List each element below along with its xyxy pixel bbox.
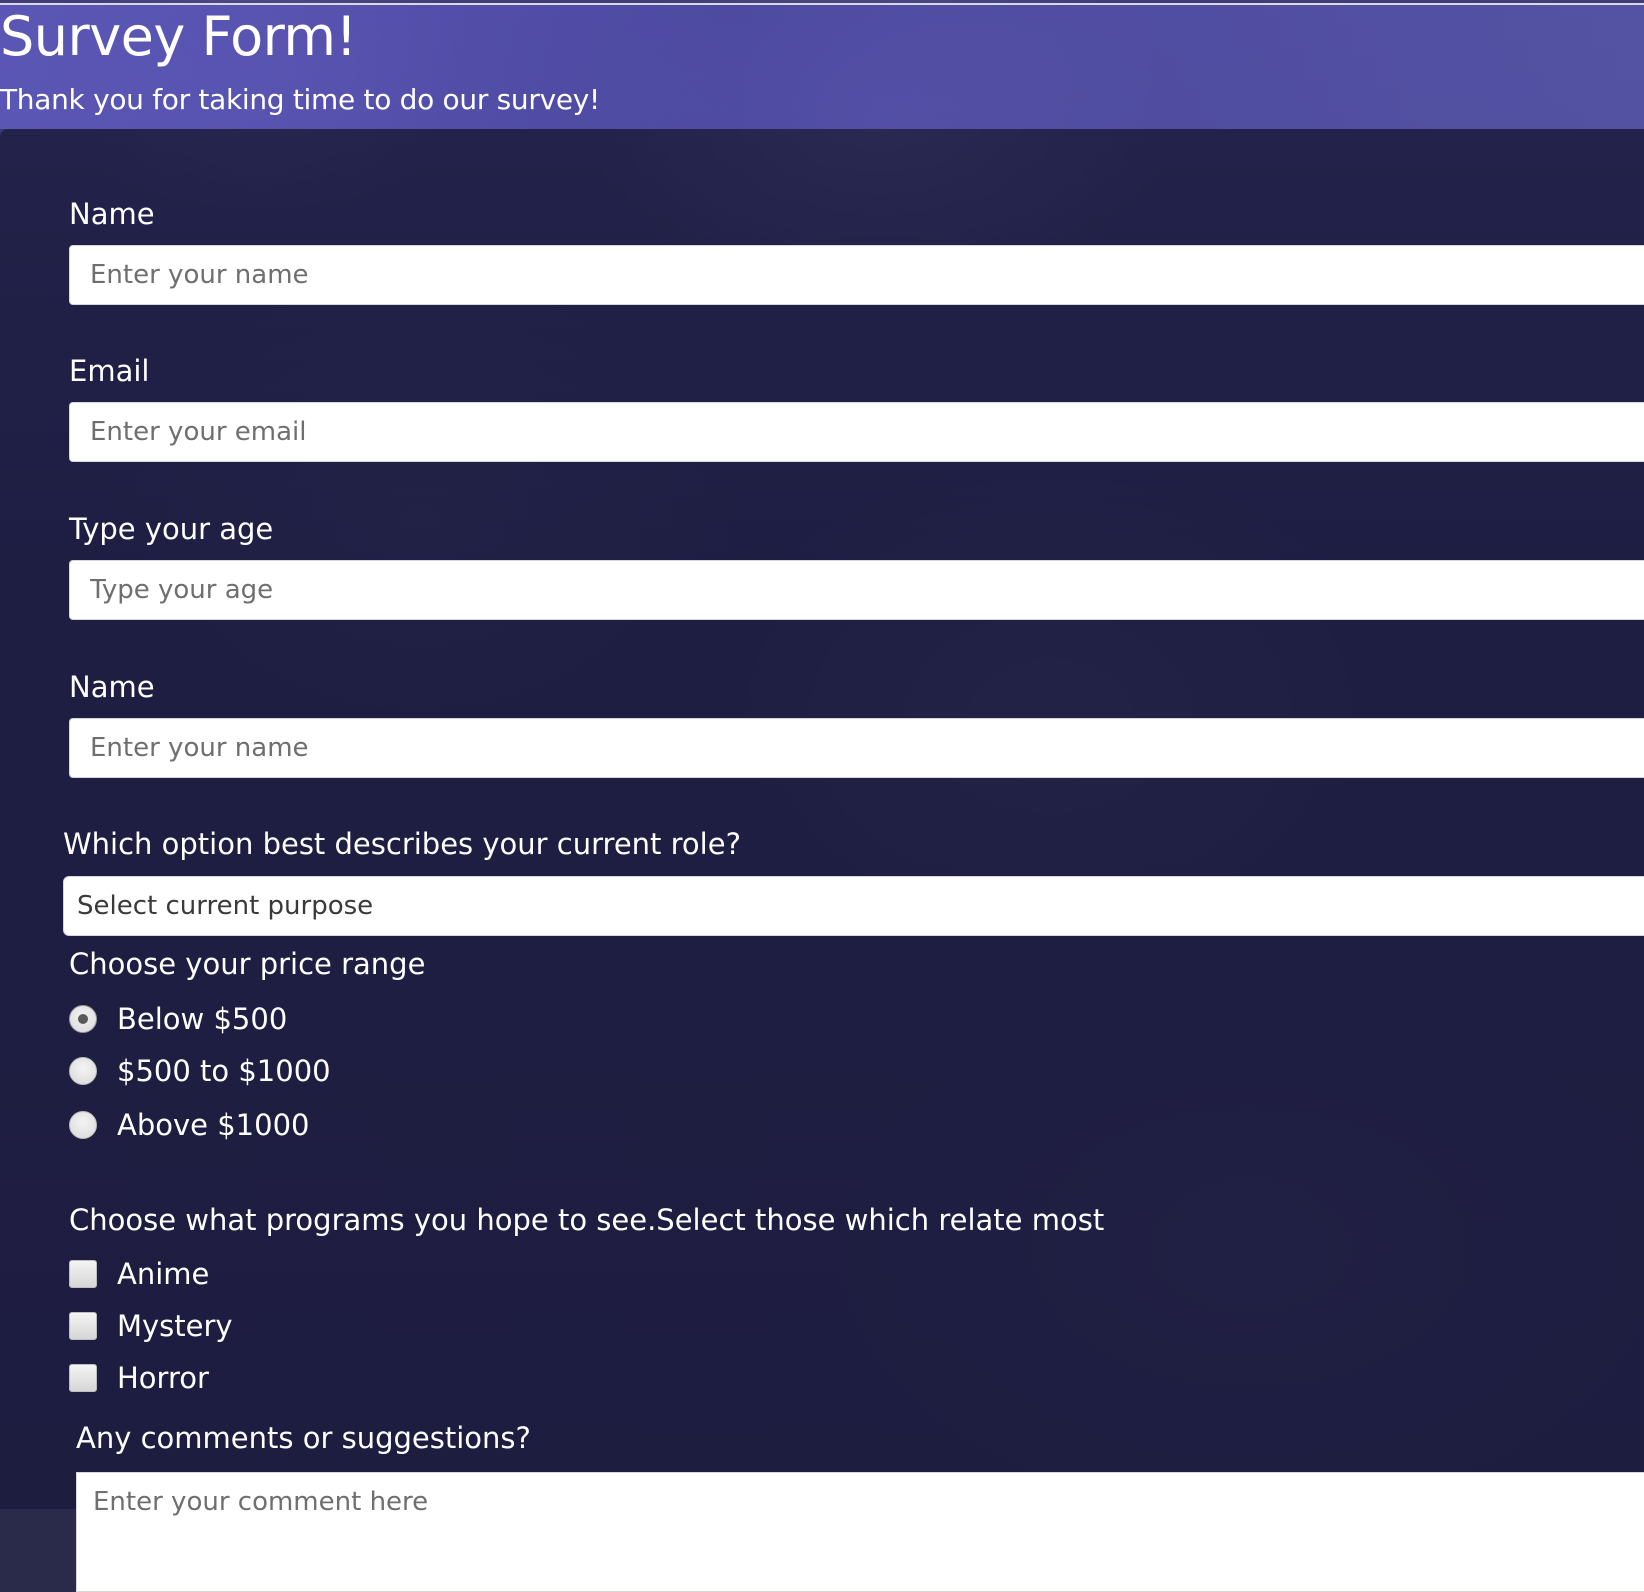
program-option-label: Mystery [117,1309,233,1343]
checkbox-horror[interactable] [69,1364,97,1392]
name-label: Name [69,197,155,231]
role-label: Which option best describes your current… [63,827,741,861]
role-select-value: Select current purpose [77,891,374,921]
program-option-label: Anime [117,1257,210,1291]
price-option-label: Below $500 [117,1002,288,1036]
price-option-below-500[interactable]: Below $500 [69,999,287,1039]
survey-form-panel [0,129,1644,1509]
program-option-anime[interactable]: Anime [69,1254,209,1294]
name-label-2: Name [69,670,155,704]
price-option-500-to-1000[interactable]: $500 to $1000 [69,1051,331,1091]
name-input[interactable] [69,245,1644,305]
page-subtitle: Thank you for taking time to do our surv… [0,83,600,116]
programs-label: Choose what programs you hope to see.Sel… [69,1203,1105,1237]
radio-500-to-1000[interactable] [69,1057,97,1085]
page-title: Survey Form! [0,5,357,68]
name-input-2[interactable] [69,718,1644,778]
age-input[interactable] [69,560,1644,620]
price-option-label: Above $1000 [117,1108,310,1142]
checkbox-mystery[interactable] [69,1312,97,1340]
program-option-mystery[interactable]: Mystery [69,1306,233,1346]
price-option-above-1000[interactable]: Above $1000 [69,1105,309,1145]
checkbox-anime[interactable] [69,1260,97,1288]
comments-label: Any comments or suggestions? [76,1421,531,1455]
email-input[interactable] [69,402,1644,462]
email-label: Email [69,354,150,388]
role-select[interactable]: Select current purpose [63,876,1644,936]
price-option-label: $500 to $1000 [117,1054,331,1088]
program-option-label: Horror [117,1361,209,1395]
radio-below-500[interactable] [69,1005,97,1033]
comments-textarea[interactable] [76,1472,1644,1592]
program-option-horror[interactable]: Horror [69,1358,209,1398]
page-header: Survey Form! Thank you for taking time t… [0,3,1644,129]
price-range-label: Choose your price range [69,947,426,981]
age-label: Type your age [69,512,274,546]
radio-above-1000[interactable] [69,1111,97,1139]
